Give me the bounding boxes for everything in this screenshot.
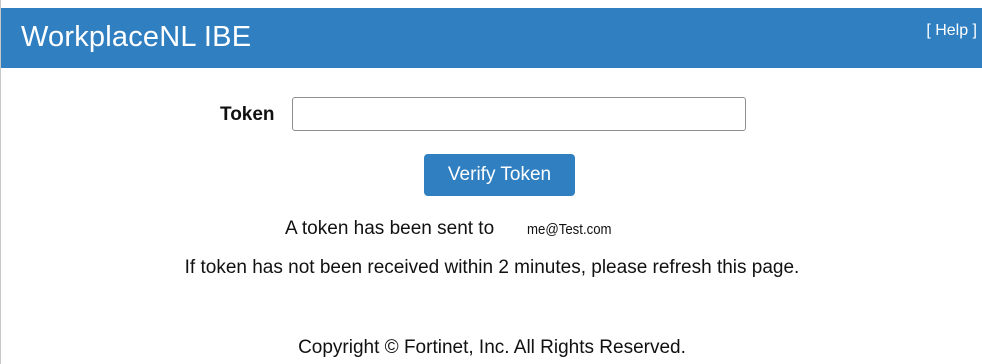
app-title: WorkplaceNL IBE bbox=[21, 21, 252, 53]
recipient-email: me@Test.com bbox=[527, 221, 612, 238]
verify-token-button[interactable]: Verify Token bbox=[424, 154, 575, 196]
copyright-footer: Copyright © Fortinet, Inc. All Rights Re… bbox=[298, 337, 686, 358]
token-sent-message: A token has been sent to bbox=[285, 218, 495, 239]
token-input[interactable] bbox=[292, 97, 746, 131]
refresh-note: If token has not been received within 2 … bbox=[184, 257, 800, 278]
help-link[interactable]: [ Help ] bbox=[926, 22, 977, 40]
token-label: Token bbox=[220, 104, 275, 125]
header-bar: WorkplaceNL IBE [ Help ] bbox=[1, 8, 982, 68]
page: WorkplaceNL IBE [ Help ] Token Verify To… bbox=[0, 0, 982, 364]
